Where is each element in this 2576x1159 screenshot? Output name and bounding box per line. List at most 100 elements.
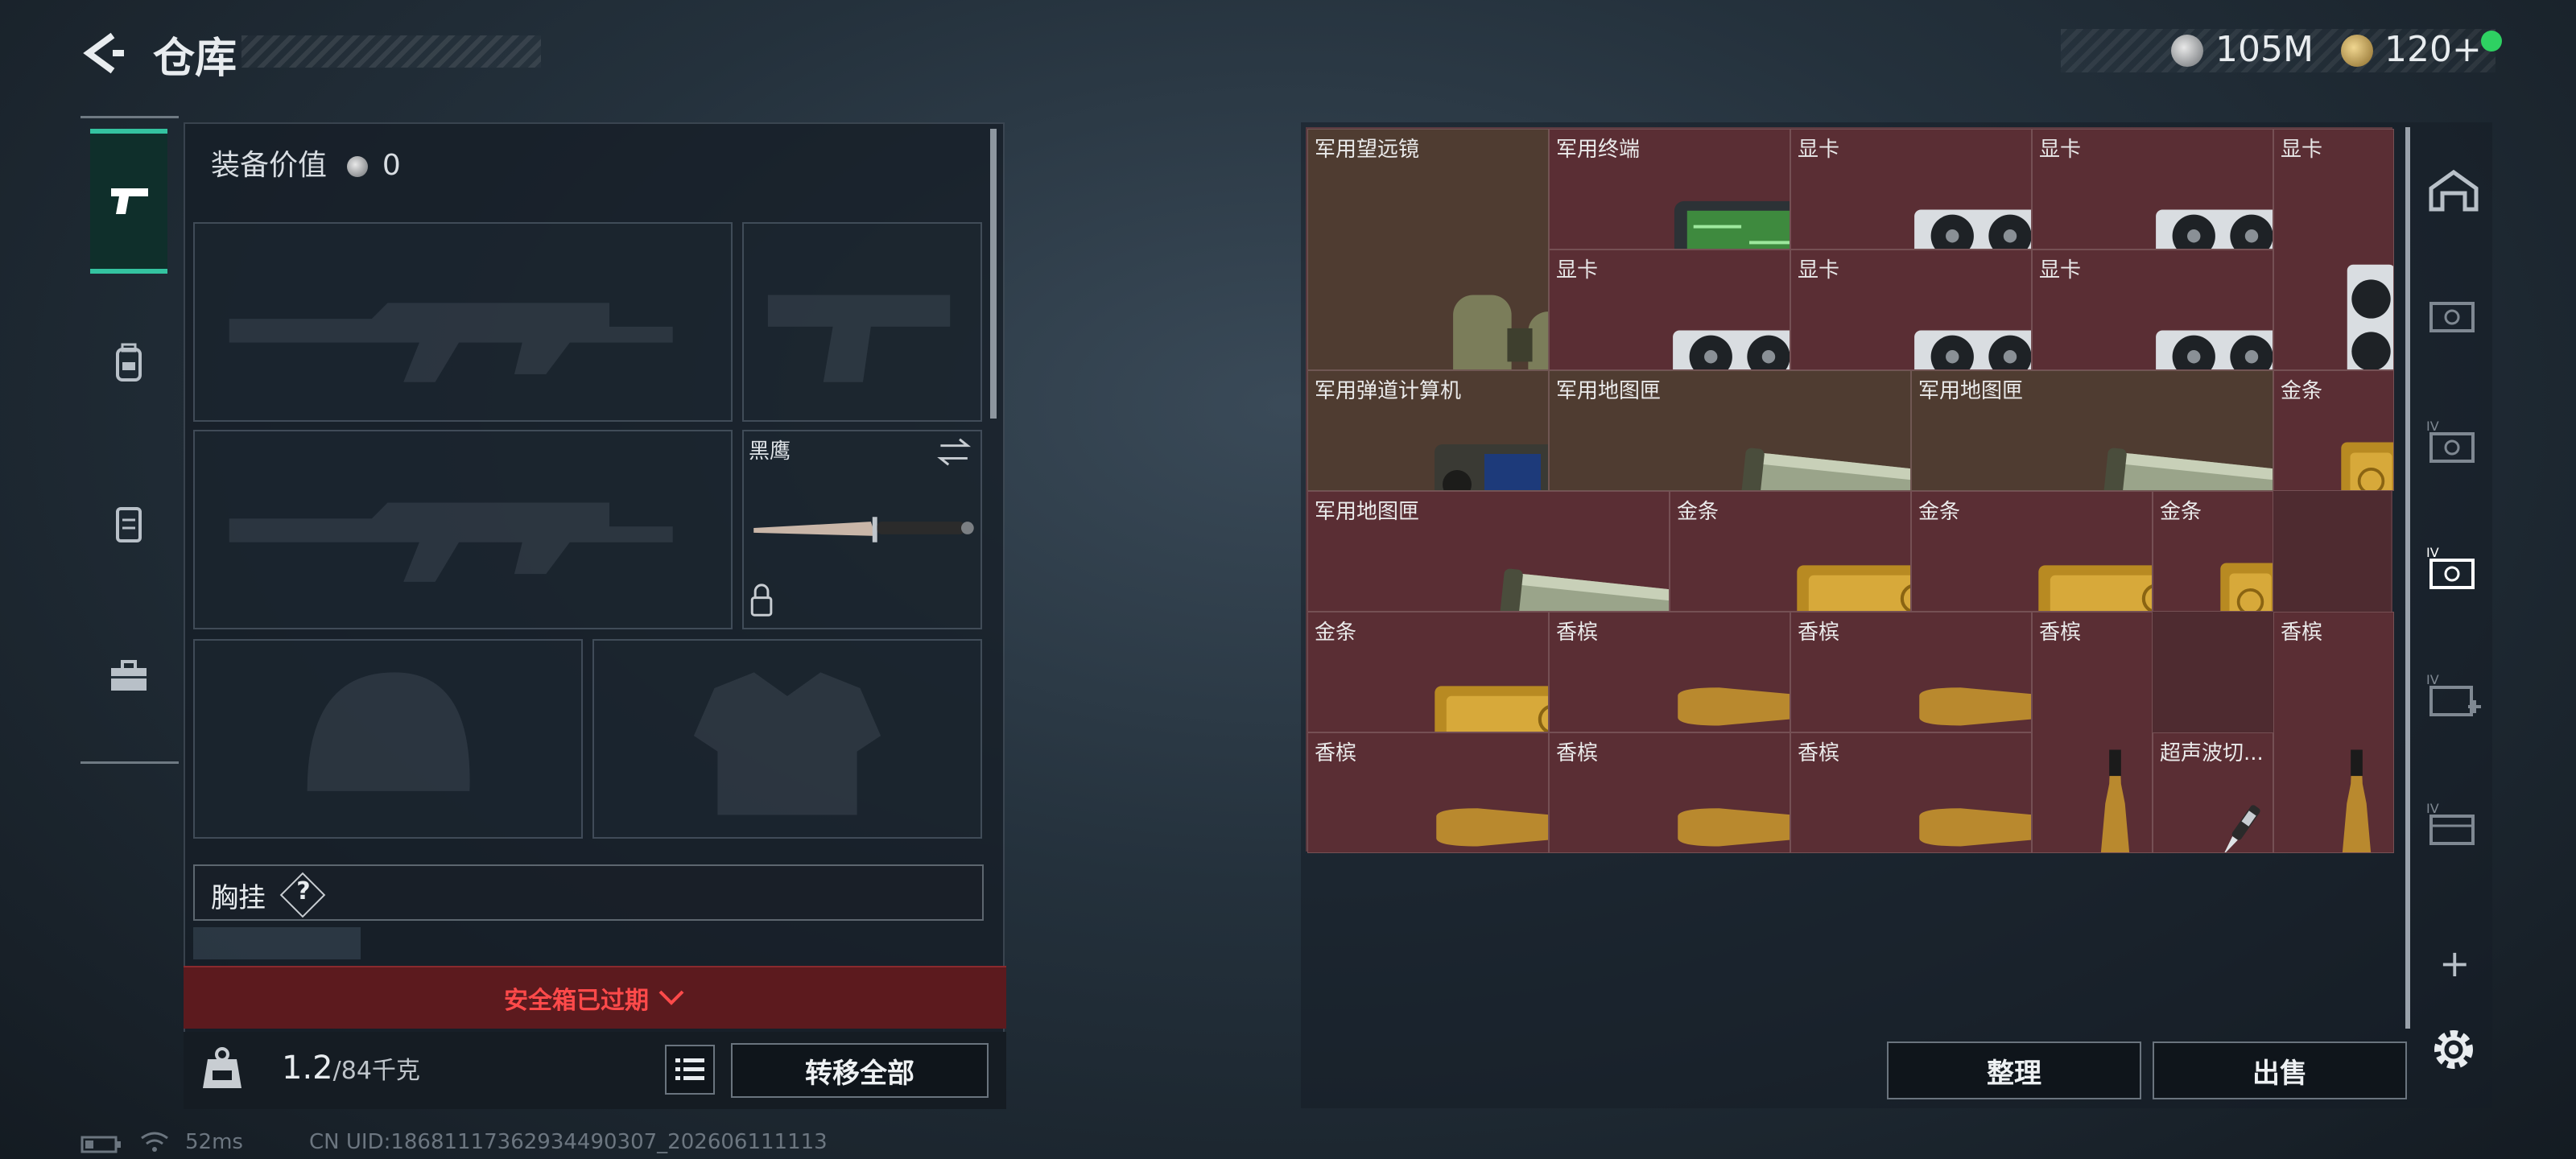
warehouse-item[interactable]: 军用弹道计算机 bbox=[1307, 370, 1549, 491]
item-name: 军用地图匣 bbox=[1918, 379, 2024, 403]
item-name: 金条 bbox=[1918, 500, 1961, 524]
warehouse-item[interactable]: 显卡 bbox=[1549, 250, 1790, 370]
warehouse-item[interactable]: 显卡 bbox=[1790, 250, 2032, 370]
warehouse-item[interactable]: 超声波切... bbox=[2153, 732, 2273, 853]
item-name: 香槟 bbox=[1798, 621, 1840, 645]
backpack-icon bbox=[116, 343, 142, 382]
secondary-weapon-slot[interactable] bbox=[193, 430, 733, 629]
warehouse-item[interactable]: 香槟 bbox=[1790, 732, 2032, 853]
settings-gear-icon[interactable] bbox=[2425, 1021, 2483, 1079]
storage-box-1-tab[interactable] bbox=[2423, 286, 2484, 347]
back-arrow-icon bbox=[83, 32, 124, 74]
warehouse-item[interactable]: 显卡 bbox=[2032, 129, 2273, 250]
item-name: 香槟 bbox=[1556, 741, 1599, 765]
warehouse-item[interactable]: 香槟 bbox=[1549, 612, 1790, 732]
item-name: 香槟 bbox=[1798, 741, 1840, 765]
warehouse-item[interactable]: 军用望远镜 bbox=[1307, 129, 1549, 370]
warehouse-item[interactable]: 香槟 bbox=[2273, 612, 2394, 853]
warehouse-item[interactable]: 显卡 bbox=[2273, 129, 2394, 370]
warehouse-item[interactable]: 金条 bbox=[2153, 491, 2273, 612]
title-decoration bbox=[242, 35, 541, 68]
item-name: 军用弹道计算机 bbox=[1315, 379, 1462, 403]
battery-icon bbox=[80, 1136, 121, 1153]
storage-box-4-tab[interactable]: IV bbox=[2423, 415, 2484, 476]
gold-amount[interactable]: 120+ bbox=[2384, 29, 2482, 70]
warehouse-item[interactable]: 金条 bbox=[1911, 491, 2153, 612]
storage-box-active-tab[interactable]: IV bbox=[2423, 541, 2484, 602]
warehouse-item[interactable]: 香槟 bbox=[2032, 612, 2153, 853]
list-view-button[interactable] bbox=[665, 1045, 715, 1095]
item-name: 香槟 bbox=[2281, 621, 2323, 645]
item-name: 军用望远镜 bbox=[1315, 138, 1420, 162]
primary-weapon-slot[interactable] bbox=[193, 222, 733, 422]
helmet-slot[interactable] bbox=[193, 639, 583, 839]
item-name: 金条 bbox=[2160, 500, 2202, 524]
ping-readout: 52ms bbox=[185, 1130, 243, 1154]
warehouse-item[interactable]: 军用终端 bbox=[1549, 129, 1790, 250]
uid-readout: CN UID:18681117362934490307_202606111113 bbox=[309, 1130, 828, 1154]
silver-amount: 105M bbox=[2215, 29, 2314, 70]
sell-button[interactable]: 出售 bbox=[2153, 1041, 2407, 1099]
medical-container-icon: IV bbox=[2426, 672, 2481, 716]
equipment-scrollbar[interactable] bbox=[990, 129, 997, 419]
storage-home-tab[interactable] bbox=[2423, 161, 2484, 222]
helmet-placeholder-icon bbox=[307, 672, 470, 791]
wifi-icon bbox=[141, 1132, 168, 1152]
warehouse-item[interactable]: 香槟 bbox=[1549, 732, 1790, 853]
svg-text:IV: IV bbox=[2426, 419, 2439, 434]
list-icon bbox=[675, 1058, 704, 1080]
silver-coin-icon bbox=[347, 156, 369, 177]
tab-weapons[interactable] bbox=[90, 129, 167, 274]
svg-text:IV: IV bbox=[2426, 672, 2439, 687]
storage-box-misc-tab[interactable]: IV bbox=[2423, 797, 2484, 858]
weight-readout: 1.2/84千克 bbox=[282, 1050, 420, 1087]
item-name: 金条 bbox=[2281, 379, 2323, 403]
safebox-status: 安全箱已过期 bbox=[504, 987, 649, 1015]
tab-medkit[interactable] bbox=[90, 604, 167, 749]
item-name: 香槟 bbox=[2039, 621, 2082, 645]
item-name: 超声波切... bbox=[2160, 741, 2264, 765]
warehouse-item[interactable]: 军用地图匣 bbox=[1307, 491, 1670, 612]
item-name: 金条 bbox=[1315, 621, 1357, 645]
item-name: 显卡 bbox=[1798, 138, 1840, 162]
tab-backpack[interactable] bbox=[90, 290, 167, 435]
equipment-value-amount: 0 bbox=[382, 149, 401, 182]
item-name: 显卡 bbox=[2039, 258, 2082, 283]
add-storage-button[interactable]: + bbox=[2439, 942, 2471, 985]
storage-medical-tab[interactable]: IV bbox=[2423, 668, 2484, 729]
item-name: 军用终端 bbox=[1556, 138, 1641, 162]
svg-text:IV: IV bbox=[2426, 545, 2439, 560]
warehouse-item[interactable]: 军用地图匣 bbox=[1549, 370, 1911, 491]
item-name: 显卡 bbox=[1556, 258, 1599, 283]
tab-rail-divider bbox=[80, 761, 179, 764]
tab-armor[interactable] bbox=[90, 451, 167, 596]
weight-kg-icon bbox=[203, 1047, 242, 1088]
warehouse-item[interactable]: 香槟 bbox=[1307, 732, 1549, 853]
warehouse-item[interactable]: 显卡 bbox=[1790, 129, 2032, 250]
silver-coin-icon bbox=[2171, 35, 2203, 67]
warehouse-item[interactable]: 金条 bbox=[2273, 370, 2394, 491]
svg-text:IV: IV bbox=[2426, 801, 2439, 816]
home-storage-icon bbox=[2429, 169, 2479, 212]
weight-current: 1.2 bbox=[282, 1050, 333, 1087]
warehouse-item[interactable]: 香槟 bbox=[1790, 612, 2032, 732]
sort-button[interactable]: 整理 bbox=[1887, 1041, 2141, 1099]
toolbox-icon bbox=[111, 660, 147, 691]
back-button[interactable] bbox=[77, 29, 126, 77]
armor-slot[interactable] bbox=[592, 639, 982, 839]
pistol-icon bbox=[111, 188, 148, 214]
warehouse-item[interactable]: 显卡 bbox=[2032, 250, 2273, 370]
page-title: 仓库 bbox=[153, 35, 237, 83]
rifle-placeholder-icon bbox=[229, 502, 673, 582]
item-name: 军用地图匣 bbox=[1556, 379, 1662, 403]
pistol-slot[interactable] bbox=[742, 222, 982, 422]
pistol-placeholder-icon bbox=[767, 295, 951, 382]
warehouse-item[interactable]: 金条 bbox=[1307, 612, 1549, 732]
warehouse-item[interactable]: 金条 bbox=[1670, 491, 1911, 612]
melee-item-name: 黑鹰 bbox=[749, 439, 791, 464]
notification-dot bbox=[2481, 31, 2502, 52]
warehouse-scrollbar[interactable] bbox=[2405, 127, 2410, 1029]
transfer-all-button[interactable]: 转移全部 bbox=[731, 1043, 989, 1098]
warehouse-item[interactable]: 军用地图匣 bbox=[1911, 370, 2273, 491]
safebox-expired-bar[interactable]: 安全箱已过期 bbox=[184, 966, 1006, 1029]
